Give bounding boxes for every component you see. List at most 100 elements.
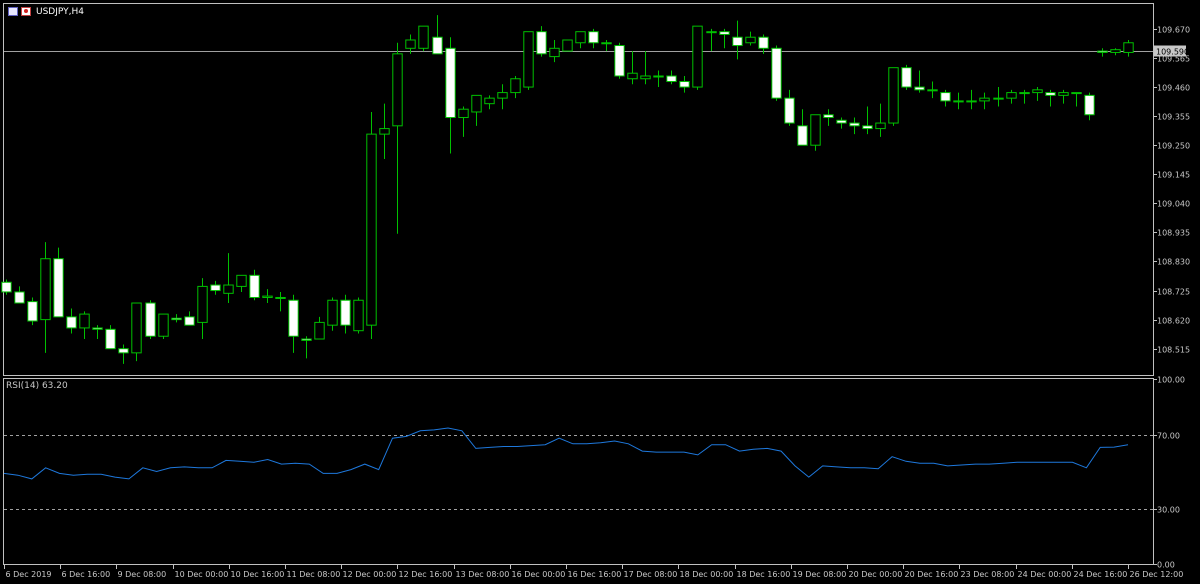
bull-candle — [262, 295, 273, 298]
bear-candle — [1084, 94, 1095, 116]
bear-candle — [1097, 50, 1108, 53]
bull-candle — [327, 299, 338, 326]
price-tick-label: 109.670 — [1157, 26, 1190, 35]
time-tick-label: 13 Dec 08:00 — [456, 570, 510, 579]
price-tick-label: 108.725 — [1157, 288, 1190, 297]
bear-candle — [732, 36, 743, 47]
chart-canvas[interactable]: 109.670109.565109.460109.355109.250109.1… — [0, 0, 1200, 584]
time-tick-label: 20 Dec 16:00 — [905, 570, 959, 579]
bear-candle — [14, 291, 25, 304]
bull-candle — [131, 302, 142, 354]
price-tick-label: 109.460 — [1157, 84, 1190, 93]
bear-candle — [536, 31, 547, 55]
bull-candle — [1019, 92, 1030, 95]
time-tick-label: 20 Dec 00:00 — [849, 570, 903, 579]
time-tick-label: 11 Dec 08:00 — [287, 570, 341, 579]
bear-candle — [66, 316, 77, 329]
price-axis: 109.670109.565109.460109.355109.250109.1… — [1153, 26, 1190, 355]
rsi-frame — [3, 378, 1154, 565]
candles — [1, 15, 1134, 364]
bear-candle — [171, 317, 182, 321]
bull-candle — [927, 89, 938, 92]
bull-candle — [1032, 89, 1043, 94]
bear-candle — [445, 47, 456, 119]
bull-candle — [575, 31, 586, 44]
time-tick-label: 24 Dec 00:00 — [1018, 570, 1072, 579]
bull-candle — [197, 285, 208, 323]
bull-candle — [236, 274, 247, 287]
bull-candle — [993, 97, 1004, 100]
bull-candle — [458, 108, 469, 119]
bull-candle — [471, 94, 482, 113]
time-tick-label: 9 Dec 08:00 — [118, 570, 167, 579]
bull-candle — [484, 97, 495, 105]
bear-candle — [914, 86, 925, 91]
bull-candle — [692, 25, 703, 88]
bear-candle — [614, 45, 625, 77]
rsi-tick-label: 70.00 — [1157, 432, 1180, 441]
bull-candle — [562, 39, 573, 52]
bear-candle — [679, 81, 690, 88]
bear-candle — [862, 125, 873, 130]
chart-symbol-title: USDJPY,H4 — [36, 7, 84, 17]
bull-candle — [1006, 92, 1017, 99]
rsi-axis: 100.00 70.00 30.00 0.00 — [1153, 376, 1185, 570]
chart-window[interactable]: 109.670 109.565 109.460 109.355 109.250 109.1… — [0, 0, 1200, 584]
bull-candle — [497, 92, 508, 99]
price-tick-label: 108.830 — [1157, 258, 1190, 267]
bid-price-box: 109.590 — [1154, 45, 1189, 57]
bid-price-box-label: 109.590 — [1156, 48, 1189, 57]
bull-candle — [1071, 92, 1082, 95]
bear-candle — [1, 281, 12, 293]
bear-candle — [940, 92, 951, 102]
bear-candle — [758, 36, 769, 49]
bear-candle — [340, 299, 351, 326]
time-tick-label: 24 Dec 16:00 — [1074, 570, 1128, 579]
bull-candle — [366, 133, 377, 326]
time-tick-label: 12 Dec 00:00 — [343, 570, 397, 579]
bull-candle — [379, 128, 390, 135]
bull-candle — [888, 67, 899, 124]
time-tick-label: 6 Dec 16:00 — [62, 570, 111, 579]
rsi-levels — [4, 435, 1153, 510]
bull-candle — [627, 72, 638, 80]
bull-candle — [875, 122, 886, 130]
price-tick-label: 109.040 — [1157, 200, 1190, 209]
bear-candle — [666, 75, 677, 83]
symbol-flag-icon — [8, 7, 18, 16]
price-tick-label: 109.250 — [1157, 142, 1190, 151]
bull-candle — [314, 321, 325, 340]
bear-candle — [249, 274, 260, 298]
time-tick-label: 6 Dec 2019 — [6, 570, 52, 579]
bear-candle — [105, 328, 116, 350]
bull-candle — [79, 313, 90, 329]
bear-candle — [784, 97, 795, 124]
rsi-indicator-title: RSI(14) 63.20 — [6, 381, 68, 391]
price-tick-label: 108.515 — [1157, 346, 1190, 355]
bear-candle — [797, 125, 808, 146]
time-tick-label: 10 Dec 00:00 — [175, 570, 229, 579]
bear-candle — [118, 348, 129, 354]
time-tick-label: 26 Dec 12:00 — [1130, 570, 1184, 579]
time-tick-label: 18 Dec 16:00 — [737, 570, 791, 579]
bear-candle — [92, 327, 103, 330]
price-tick-label: 109.355 — [1157, 113, 1190, 122]
bull-candle — [810, 114, 821, 146]
price-tick-label: 109.145 — [1157, 171, 1190, 180]
bear-candle — [771, 47, 782, 99]
time-tick-label: 16 Dec 00:00 — [512, 570, 566, 579]
flag-dot-icon — [24, 9, 28, 13]
bear-candle — [901, 67, 912, 88]
bull-candle — [40, 258, 51, 321]
bear-candle — [588, 31, 599, 44]
bull-candle — [966, 100, 977, 103]
rsi-tick-label: 30.00 — [1157, 506, 1180, 515]
bull-candle — [1110, 49, 1121, 53]
time-axis: 6 Dec 2019 6 Dec 16:00 9 Dec 08:00 10 Dec 0… — [4, 565, 1184, 579]
bear-candle — [432, 36, 443, 55]
bear-candle — [719, 31, 730, 35]
bull-candle — [523, 31, 534, 88]
time-tick-label: 16 Dec 16:00 — [568, 570, 622, 579]
time-tick-label: 12 Dec 16:00 — [399, 570, 453, 579]
bear-candle — [823, 114, 834, 119]
